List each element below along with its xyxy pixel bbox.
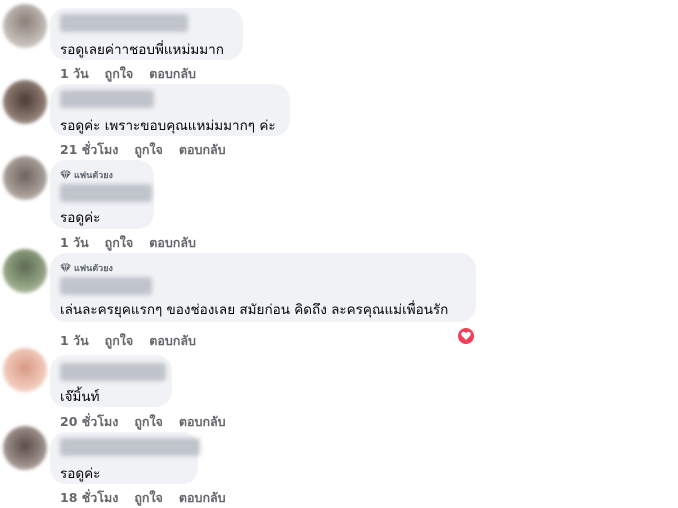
reply-button[interactable]: ตอบกลับ [149, 64, 196, 84]
comment-bubble: เจ๊มิ้นท์ [50, 355, 172, 407]
commenter-name[interactable] [60, 14, 188, 32]
reply-button[interactable]: ตอบกลับ [179, 140, 226, 160]
comment-time[interactable]: 18 ชั่วโมง [60, 488, 118, 508]
comment-text: รอดูค่ะ [60, 210, 101, 226]
like-button[interactable]: ถูกใจ [134, 140, 163, 160]
diamond-icon [60, 170, 71, 180]
comment-bubble: แฟนตัวยง รอดูค่ะ [50, 160, 154, 229]
commenter-name[interactable] [60, 363, 166, 381]
commenter-name[interactable] [60, 90, 154, 108]
avatar[interactable] [3, 249, 47, 293]
avatar[interactable] [3, 348, 47, 392]
comment-text: รอดูค่ะ [60, 466, 101, 482]
comment-bubble: แฟนตัวยง เล่นละครยุคแรกๆ ของช่องเลย สมัย… [50, 253, 476, 322]
comment-text: เล่นละครยุคแรกๆ ของช่องเลย สมัยก่อน คิดถ… [60, 302, 449, 318]
top-fan-badge: แฟนตัวยง [60, 168, 113, 182]
like-button[interactable]: ถูกใจ [105, 233, 134, 253]
comment-actions: 1 วัน ถูกใจ ตอบกลับ [60, 331, 212, 351]
avatar[interactable] [3, 156, 47, 200]
comment-text: รอดูเลยค่าาชอบพี่แหม่มมาก [60, 42, 224, 58]
comment-time[interactable]: 21 ชั่วโมง [60, 140, 118, 160]
reply-button[interactable]: ตอบกลับ [179, 412, 226, 432]
comment-actions: 18 ชั่วโมง ถูกใจ ตอบกลับ [60, 488, 242, 508]
like-button[interactable]: ถูกใจ [134, 488, 163, 508]
comment-time[interactable]: 1 วัน [60, 64, 89, 84]
avatar[interactable] [3, 426, 47, 470]
like-button[interactable]: ถูกใจ [105, 331, 134, 351]
commenter-name[interactable] [60, 184, 152, 202]
comment-time[interactable]: 1 วัน [60, 331, 89, 351]
avatar[interactable] [3, 80, 47, 124]
comment-bubble: รอดูเลยค่าาชอบพี่แหม่มมาก [50, 8, 243, 60]
comment-actions: 21 ชั่วโมง ถูกใจ ตอบกลับ [60, 140, 242, 160]
avatar[interactable] [3, 4, 47, 48]
comment-bubble: รอดูค่ะ เพราะขอบคุณแหม่มมากๆ ค่ะ [50, 84, 290, 136]
comment-time[interactable]: 1 วัน [60, 233, 89, 253]
top-fan-badge: แฟนตัวยง [60, 261, 113, 275]
commenter-name[interactable] [60, 277, 152, 295]
comment-text: รอดูค่ะ เพราะขอบคุณแหม่มมากๆ ค่ะ [60, 118, 276, 134]
commenter-name[interactable] [60, 438, 200, 456]
badge-label: แฟนตัวยง [74, 171, 113, 181]
badge-label: แฟนตัวยง [74, 264, 113, 274]
comment-text: เจ๊มิ้นท์ [60, 389, 100, 405]
comment-time[interactable]: 20 ชั่วโมง [60, 412, 118, 432]
comment-bubble: รอดูค่ะ [50, 432, 200, 484]
reply-button[interactable]: ตอบกลับ [149, 331, 196, 351]
reply-button[interactable]: ตอบกลับ [149, 233, 196, 253]
comment-actions: 1 วัน ถูกใจ ตอบกลับ [60, 233, 212, 253]
like-button[interactable]: ถูกใจ [134, 412, 163, 432]
heart-icon [461, 331, 471, 340]
like-button[interactable]: ถูกใจ [105, 64, 134, 84]
diamond-icon [60, 263, 71, 273]
reaction-count[interactable] [456, 326, 476, 346]
comment-actions: 20 ชั่วโมง ถูกใจ ตอบกลับ [60, 412, 242, 432]
reply-button[interactable]: ตอบกลับ [179, 488, 226, 508]
comment-actions: 1 วัน ถูกใจ ตอบกลับ [60, 64, 212, 84]
